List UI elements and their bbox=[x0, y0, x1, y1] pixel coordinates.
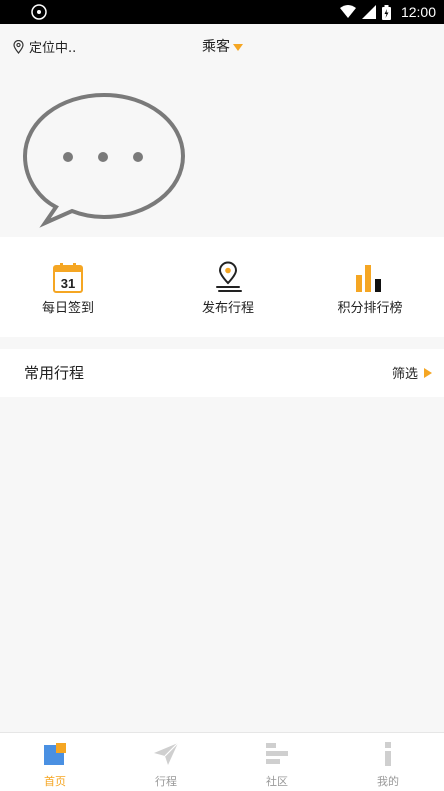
filter-button[interactable]: 筛选 bbox=[392, 363, 432, 382]
tab-community-label: 社区 bbox=[266, 775, 288, 788]
home-icon bbox=[44, 743, 66, 765]
dropdown-triangle-icon bbox=[233, 43, 243, 51]
app-notification-icon bbox=[31, 4, 47, 20]
status-time: 12:00 bbox=[400, 4, 436, 20]
filter-label: 筛选 bbox=[391, 367, 418, 382]
tab-home[interactable]: 首页 bbox=[10, 741, 100, 789]
bottom-tab-bar: 首页 行程 社区 我的 bbox=[0, 732, 444, 791]
common-trips-title: 常用行程 bbox=[24, 364, 85, 382]
home-top-area: 定位中.. 乘客 bbox=[0, 24, 444, 236]
role-selector[interactable]: 乘客 bbox=[202, 36, 243, 56]
points-ranking-label: 积分排行榜 bbox=[337, 301, 403, 316]
tab-mine[interactable]: 我的 bbox=[343, 741, 433, 789]
location-indicator[interactable]: 定位中.. bbox=[13, 37, 76, 56]
community-icon bbox=[266, 743, 288, 764]
location-text: 定位中.. bbox=[29, 41, 77, 56]
tab-trips-label: 行程 bbox=[155, 775, 177, 788]
daily-checkin-label: 每日签到 bbox=[41, 301, 94, 316]
quick-actions: 31 每日签到 发布行程 积分排行榜 bbox=[0, 237, 444, 337]
role-label: 乘客 bbox=[202, 39, 230, 55]
chat-bubble-icon[interactable] bbox=[20, 90, 188, 230]
svg-text:31: 31 bbox=[61, 276, 75, 291]
publish-trip-label: 发布行程 bbox=[201, 301, 254, 316]
paper-plane-icon bbox=[154, 742, 179, 765]
publish-trip-button[interactable]: 发布行程 bbox=[168, 261, 288, 316]
bar-chart-icon bbox=[356, 265, 381, 292]
status-bar: 12:00 bbox=[0, 0, 444, 24]
wifi-icon bbox=[339, 5, 356, 18]
tab-mine-label: 我的 bbox=[377, 775, 399, 788]
tab-home-label: 首页 bbox=[44, 775, 66, 788]
tab-trips[interactable]: 行程 bbox=[121, 741, 211, 789]
common-trips-header: 常用行程 筛选 bbox=[0, 349, 444, 397]
points-ranking-button[interactable]: 积分排行榜 bbox=[310, 261, 430, 316]
location-marker-icon bbox=[216, 261, 242, 292]
signal-icon bbox=[361, 5, 376, 19]
calendar-icon: 31 bbox=[53, 263, 83, 293]
location-pin-icon bbox=[13, 39, 24, 54]
profile-icon bbox=[385, 742, 391, 766]
battery-icon bbox=[381, 4, 391, 20]
play-triangle-icon bbox=[424, 367, 432, 378]
daily-checkin-button[interactable]: 31 每日签到 bbox=[8, 261, 128, 316]
tab-community[interactable]: 社区 bbox=[232, 741, 322, 789]
